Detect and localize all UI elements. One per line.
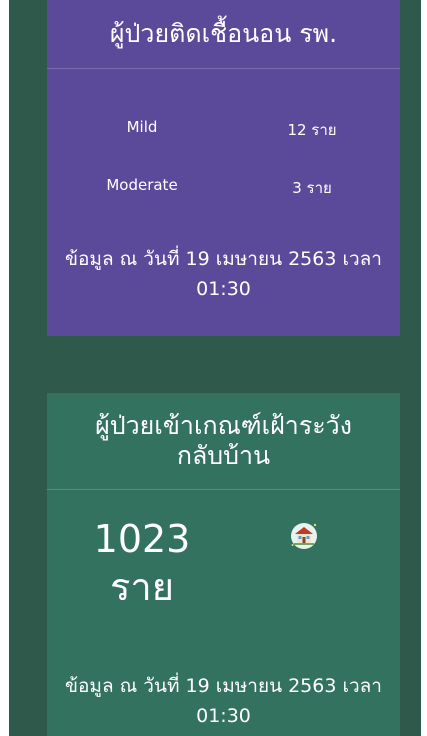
timestamp-date-line: ข้อมูล ณ วันที่ 19 เมษายน 2563 เวลา [65,248,382,270]
timestamp-time-line: 01:30 [196,705,251,727]
timestamp-time-line: 01:30 [196,278,251,300]
stat-label-mild: Mild [126,118,158,136]
stat-row-moderate: Moderate 3 ราย [47,176,400,200]
home-watch-card: ผู้ป่วยเข้าเกณฑ์เฝ้าระวัง กลับบ้าน 1023 … [47,393,400,736]
timestamp-date-line: ข้อมูล ณ วันที่ 19 เมษายน 2563 เวลา [65,675,382,697]
inpatient-card-title: ผู้ป่วยติดเชื้อนอน รพ. [47,0,400,69]
home-watch-data-timestamp: ข้อมูล ณ วันที่ 19 เมษายน 2563 เวลา 01:3… [47,671,400,731]
home-watch-count-block: 1023 ราย [77,515,207,611]
home-watch-title-line1: ผู้ป่วยเข้าเกณฑ์เฝ้าระวัง [95,411,352,440]
home-watch-title-line2: กลับบ้าน [176,441,271,470]
dashboard-screen: ผู้ป่วยติดเชื้อนอน รพ. Mild 12 ราย Moder… [9,0,421,736]
stat-value-mild: 12 ราย [287,121,337,139]
inpatient-card: ผู้ป่วยติดเชื้อนอน รพ. Mild 12 ราย Moder… [47,0,400,336]
stat-value-moderate: 3 ราย [292,179,332,197]
inpatient-data-timestamp: ข้อมูล ณ วันที่ 19 เมษายน 2563 เวลา 01:3… [47,244,400,304]
stat-label-moderate: Moderate [106,176,178,194]
home-watch-count: 1023 [93,517,191,561]
home-watch-card-title: ผู้ป่วยเข้าเกณฑ์เฝ้าระวัง กลับบ้าน [47,393,400,490]
stat-row-mild: Mild 12 ราย [47,118,400,142]
home-watch-unit: ราย [109,565,174,609]
house-icon [291,523,317,549]
